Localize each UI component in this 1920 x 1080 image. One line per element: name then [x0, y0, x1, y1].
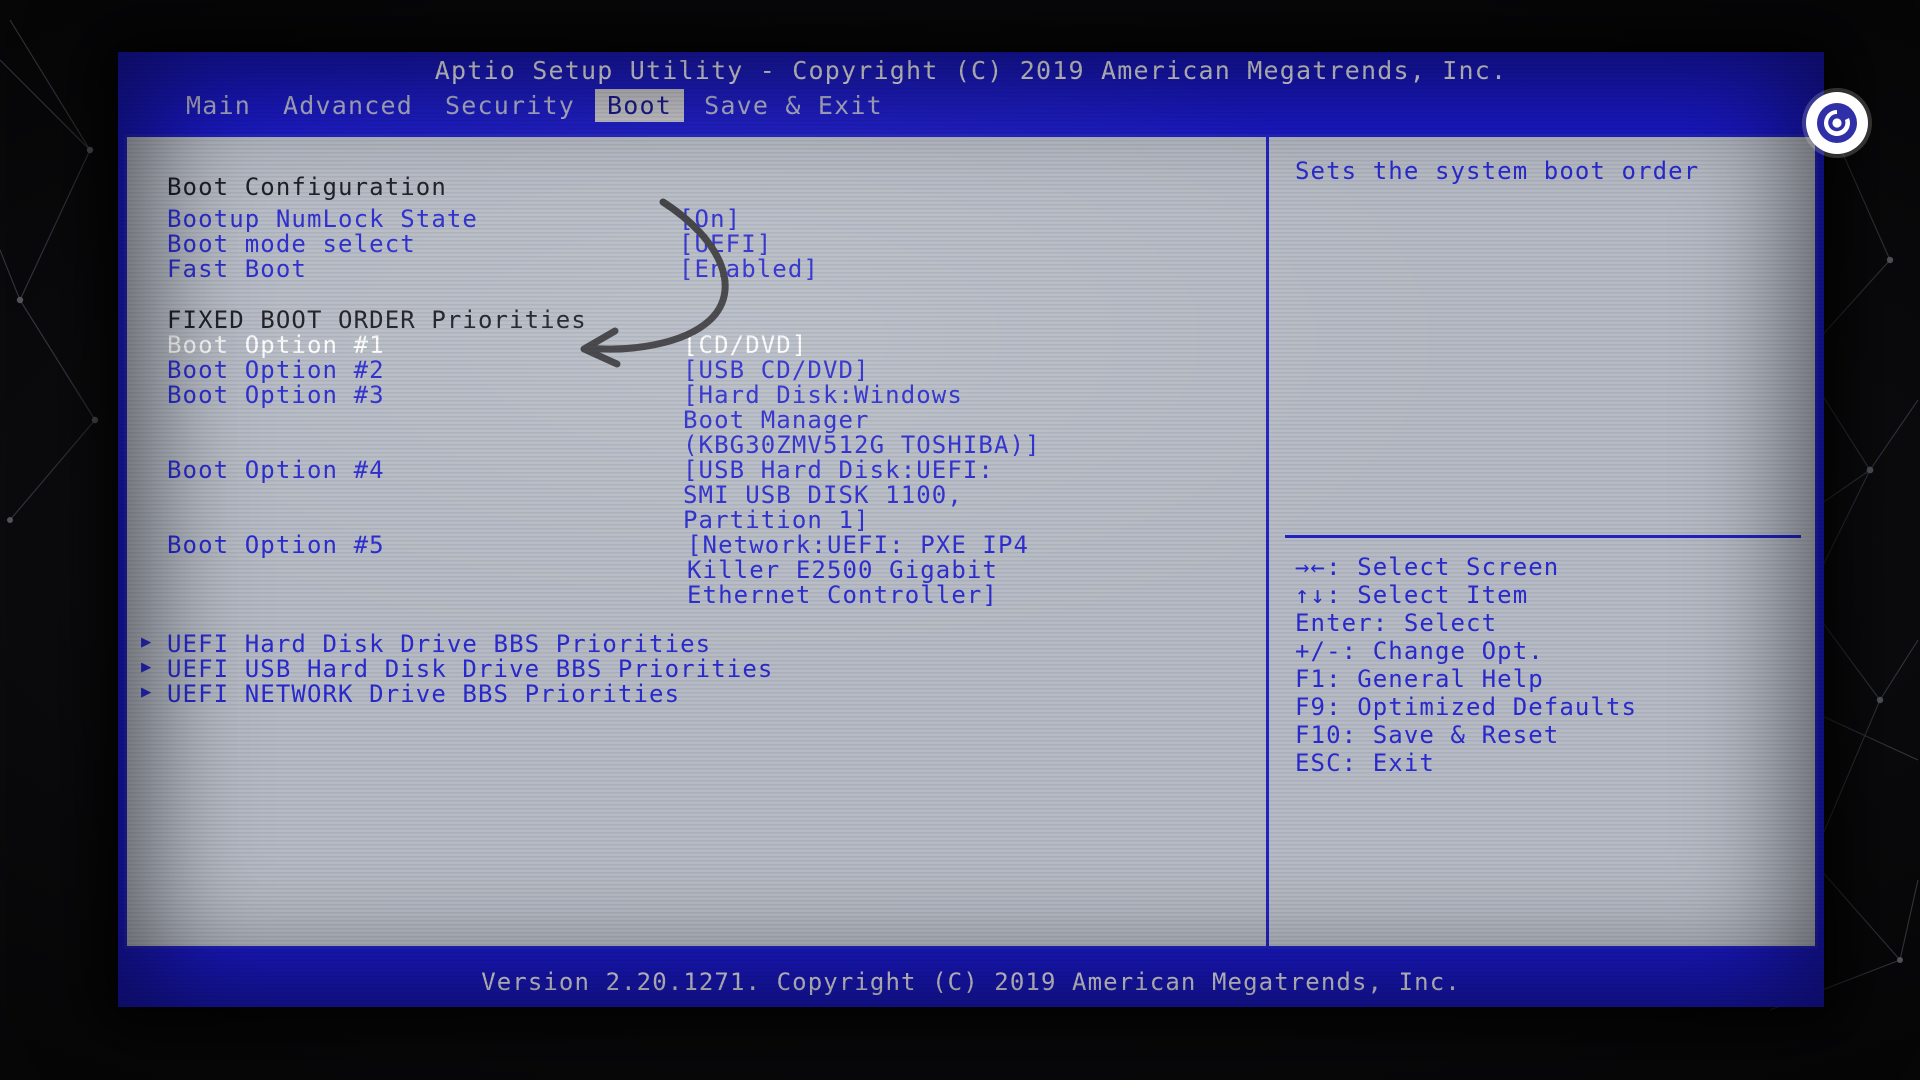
tab-save-and-exit[interactable]: Save & Exit [692, 89, 895, 122]
key-legend-select-screen: →←: Select Screen [1295, 553, 1560, 581]
setting-label-bootup-numlock-state[interactable]: Bootup NumLock State [167, 207, 478, 231]
help-text: Sets the system boot order [1295, 157, 1700, 185]
boot-option-3-value-line-1[interactable]: [Hard Disk:Windows [683, 383, 963, 407]
key-legend-esc-exit: ESC: Exit [1295, 749, 1435, 777]
submenu-uefi-usb-hard-disk-drive-bbs-priorities[interactable]: UEFI USB Hard Disk Drive BBS Priorities [167, 657, 773, 681]
setting-label-fast-boot[interactable]: Fast Boot [167, 257, 307, 281]
tab-boot[interactable]: Boot [595, 88, 685, 122]
key-legend-enter-select: Enter: Select [1295, 609, 1498, 637]
setting-value-boot-mode-select[interactable]: [UEFI] [679, 232, 772, 256]
boot-option-1-label[interactable]: Boot Option #1 [167, 333, 385, 357]
setting-value-fast-boot[interactable]: [Enabled] [679, 257, 819, 281]
version-footer: Version 2.20.1271. Copyright (C) 2019 Am… [481, 968, 1461, 996]
key-legend-general-help: F1: General Help [1295, 665, 1544, 693]
key-legend-optimized-defaults: F9: Optimized Defaults [1295, 693, 1638, 721]
boot-option-2-label[interactable]: Boot Option #2 [167, 358, 385, 382]
boot-option-4-value-line-1[interactable]: [USB Hard Disk:UEFI: [683, 458, 994, 482]
key-legend-save-and-reset: F10: Save & Reset [1295, 721, 1560, 749]
boot-option-3-value-line-2: Boot Manager [683, 406, 870, 434]
boot-option-3-label[interactable]: Boot Option #3 [167, 383, 385, 407]
boot-option-4-value-line-3: Partition 1] [683, 506, 870, 534]
help-divider-line [1285, 535, 1801, 538]
boot-option-4-value-line-2: SMI USB DISK 1100, [683, 481, 963, 509]
bios-screen: Aptio Setup Utility - Copyright (C) 2019… [118, 52, 1824, 1007]
section-boot-configuration: Boot Configuration [167, 173, 447, 201]
photo-stage: Aptio Setup Utility - Copyright (C) 2019… [0, 0, 1920, 1080]
boot-option-2-value[interactable]: [USB CD/DVD] [683, 358, 870, 382]
panel-frame: Boot Configuration Bootup NumLock State … [124, 134, 1818, 949]
submenu-marker-icon-3: ▶ [141, 682, 153, 702]
watermark-logo-icon [1806, 92, 1868, 154]
boot-option-5-value-line-1[interactable]: [Network:UEFI: PXE IP4 [687, 533, 1029, 557]
submenu-uefi-network-drive-bbs-priorities[interactable]: UEFI NETWORK Drive BBS Priorities [167, 682, 680, 706]
boot-option-5-value-line-3: Ethernet Controller] [687, 581, 998, 609]
submenu-marker-icon-1: ▶ [141, 632, 153, 652]
setting-label-boot-mode-select[interactable]: Boot mode select [167, 232, 416, 256]
boot-option-5-label[interactable]: Boot Option #5 [167, 533, 385, 557]
menu-tab-bar: Main Advanced Security Boot Save & Exit [118, 88, 1824, 122]
key-legend-select-item: ↑↓: Select Item [1295, 581, 1529, 609]
key-legend-change-opt: +/-: Change Opt. [1295, 637, 1544, 665]
help-panel: Sets the system boot order →←: Select Sc… [1269, 137, 1815, 946]
aptio-setup-utility: Aptio Setup Utility - Copyright (C) 2019… [118, 52, 1824, 1007]
section-fixed-boot-order-priorities: FIXED BOOT ORDER Priorities [167, 306, 587, 334]
panels-container: Boot Configuration Bootup NumLock State … [118, 128, 1824, 955]
submenu-uefi-hard-disk-drive-bbs-priorities[interactable]: UEFI Hard Disk Drive BBS Priorities [167, 632, 711, 656]
key-legend: →←: Select Screen ↑↓: Select Item Enter:… [1295, 553, 1805, 779]
boot-option-5-value-line-2: Killer E2500 Gigabit [687, 556, 998, 584]
tab-security[interactable]: Security [433, 89, 587, 122]
tab-main[interactable]: Main [174, 89, 263, 122]
window-title: Aptio Setup Utility - Copyright (C) 2019… [434, 55, 1508, 85]
submenu-marker-icon-2: ▶ [141, 657, 153, 677]
setting-value-bootup-numlock-state[interactable]: [On] [679, 207, 741, 231]
tab-advanced[interactable]: Advanced [271, 89, 425, 122]
boot-option-3-value-line-3: (KBG30ZMV512G TOSHIBA)] [683, 431, 1041, 459]
boot-option-1-value[interactable]: [CD/DVD] [683, 333, 807, 357]
settings-panel: Boot Configuration Bootup NumLock State … [127, 137, 1266, 946]
boot-option-4-label[interactable]: Boot Option #4 [167, 458, 385, 482]
